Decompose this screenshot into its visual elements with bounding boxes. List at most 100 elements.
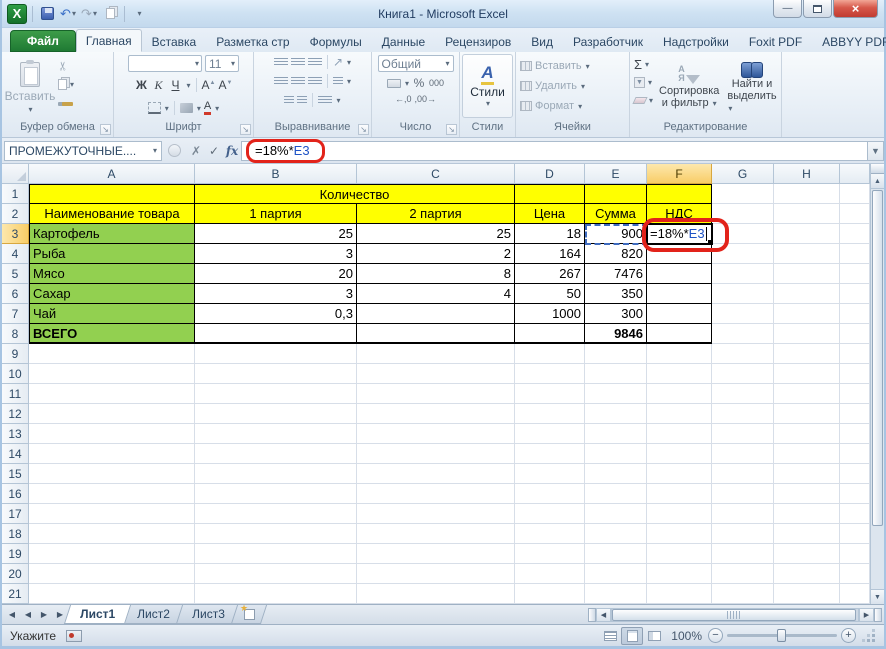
- wrap-text-icon[interactable]: [318, 95, 333, 105]
- cell-F11[interactable]: [647, 384, 712, 404]
- cell-C12[interactable]: [357, 404, 515, 424]
- decrease-font-button[interactable]: А▼: [219, 78, 233, 92]
- resize-grip[interactable]: [862, 629, 876, 643]
- delete-cells-button[interactable]: Удалить ▾: [520, 77, 585, 95]
- row-header-12[interactable]: 12: [2, 404, 29, 424]
- cell-x13[interactable]: [840, 424, 870, 444]
- enter-button[interactable]: ✓: [205, 144, 223, 158]
- ribbon-tab-2[interactable]: Разметка стр: [206, 31, 299, 52]
- cell-F5[interactable]: [647, 264, 712, 284]
- cell-A3[interactable]: Картофель: [29, 224, 195, 244]
- cell-E14[interactable]: [585, 444, 647, 464]
- styles-button[interactable]: А Стили ▾: [462, 54, 513, 118]
- align-bottom-icon[interactable]: [307, 57, 322, 67]
- cell-D4[interactable]: 164: [515, 244, 585, 264]
- increase-indent-icon[interactable]: [297, 95, 308, 105]
- cell-B10[interactable]: [195, 364, 357, 384]
- vertical-scrollbar[interactable]: ▲ ▼: [870, 164, 884, 604]
- cell-B7[interactable]: 0,3: [195, 304, 357, 324]
- align-center-icon[interactable]: [290, 76, 305, 86]
- cell-E20[interactable]: [585, 564, 647, 584]
- cell-B8[interactable]: [195, 324, 357, 344]
- cell-D20[interactable]: [515, 564, 585, 584]
- fill-color-icon[interactable]: [179, 103, 193, 113]
- copy-button[interactable]: ▾: [58, 77, 88, 92]
- alignment-dialog-launcher[interactable]: ↘: [358, 124, 369, 135]
- cell-B4[interactable]: 3: [195, 244, 357, 264]
- increase-font-button[interactable]: А▲: [202, 78, 216, 92]
- cell-C2[interactable]: 2 партия: [357, 204, 515, 224]
- cell-B14[interactable]: [195, 444, 357, 464]
- ribbon-tab-6[interactable]: Вид: [521, 31, 563, 52]
- cell-B6[interactable]: 3: [195, 284, 357, 304]
- cell-F16[interactable]: [647, 484, 712, 504]
- scroll-up-button[interactable]: ▲: [871, 174, 884, 189]
- close-button[interactable]: ×: [833, 0, 878, 18]
- cell-C21[interactable]: [357, 584, 515, 604]
- cell-C20[interactable]: [357, 564, 515, 584]
- cell-A16[interactable]: [29, 484, 195, 504]
- cell-H18[interactable]: [774, 524, 840, 544]
- sheet-tab-1[interactable]: Лист1: [63, 605, 132, 624]
- preview-button[interactable]: [101, 5, 119, 23]
- row-header-4[interactable]: 4: [2, 244, 29, 264]
- cell-D2[interactable]: Цена: [515, 204, 585, 224]
- horizontal-scroll-thumb[interactable]: [612, 608, 856, 621]
- cell-B9[interactable]: [195, 344, 357, 364]
- cell-H4[interactable]: [774, 244, 840, 264]
- normal-view-button[interactable]: [599, 627, 621, 645]
- cell-x7[interactable]: [840, 304, 870, 324]
- cell-G5[interactable]: [712, 264, 774, 284]
- zoom-thumb[interactable]: [777, 629, 786, 642]
- row-header-16[interactable]: 16: [2, 484, 29, 504]
- select-all-corner[interactable]: [2, 164, 29, 184]
- cell-x8[interactable]: [840, 324, 870, 344]
- number-dialog-launcher[interactable]: ↘: [446, 124, 457, 135]
- first-sheet-button[interactable]: ◀: [5, 610, 19, 619]
- row-header-6[interactable]: 6: [2, 284, 29, 304]
- horizontal-scroll-track[interactable]: [611, 607, 859, 622]
- cell-H17[interactable]: [774, 504, 840, 524]
- cell-C8[interactable]: [357, 324, 515, 344]
- cancel-button[interactable]: ✗: [187, 144, 205, 158]
- zoom-track[interactable]: [727, 629, 837, 642]
- cell-H15[interactable]: [774, 464, 840, 484]
- cell-B16[interactable]: [195, 484, 357, 504]
- cell-G14[interactable]: [712, 444, 774, 464]
- scroll-right-button[interactable]: ▶: [859, 607, 874, 622]
- cell-x17[interactable]: [840, 504, 870, 524]
- cell-A17[interactable]: [29, 504, 195, 524]
- cell-F4[interactable]: [647, 244, 712, 264]
- row-header-20[interactable]: 20: [2, 564, 29, 584]
- column-header-H[interactable]: H: [774, 164, 840, 184]
- restore-button[interactable]: [803, 0, 832, 18]
- cell-E5[interactable]: 7476: [585, 264, 647, 284]
- cell-H13[interactable]: [774, 424, 840, 444]
- next-sheet-button[interactable]: ▶: [37, 610, 51, 619]
- cell-H2[interactable]: [774, 204, 840, 224]
- row-header-21[interactable]: 21: [2, 584, 29, 604]
- align-middle-icon[interactable]: [290, 57, 305, 67]
- cell-x10[interactable]: [840, 364, 870, 384]
- row-header-14[interactable]: 14: [2, 444, 29, 464]
- minimize-button[interactable]: —: [773, 0, 802, 18]
- cell-D9[interactable]: [515, 344, 585, 364]
- column-header-D[interactable]: D: [515, 164, 585, 184]
- cell-B13[interactable]: [195, 424, 357, 444]
- cell-C19[interactable]: [357, 544, 515, 564]
- row-header-17[interactable]: 17: [2, 504, 29, 524]
- font-size-dropdown[interactable]: 11 ▾: [205, 55, 239, 72]
- cell-x2[interactable]: [840, 204, 870, 224]
- cell-A1[interactable]: [29, 184, 195, 204]
- cell-H8[interactable]: [774, 324, 840, 344]
- cell-B15[interactable]: [195, 464, 357, 484]
- undo-button[interactable]: ↶ ▾: [59, 5, 77, 23]
- cell-E10[interactable]: [585, 364, 647, 384]
- redo-button[interactable]: ↷ ▾: [80, 5, 98, 23]
- cell-F18[interactable]: [647, 524, 712, 544]
- cell-G2[interactable]: [712, 204, 774, 224]
- column-header-C[interactable]: C: [357, 164, 515, 184]
- ribbon-tab-0[interactable]: Главная: [75, 29, 142, 52]
- row-header-3[interactable]: 3: [2, 224, 29, 244]
- cell-A19[interactable]: [29, 544, 195, 564]
